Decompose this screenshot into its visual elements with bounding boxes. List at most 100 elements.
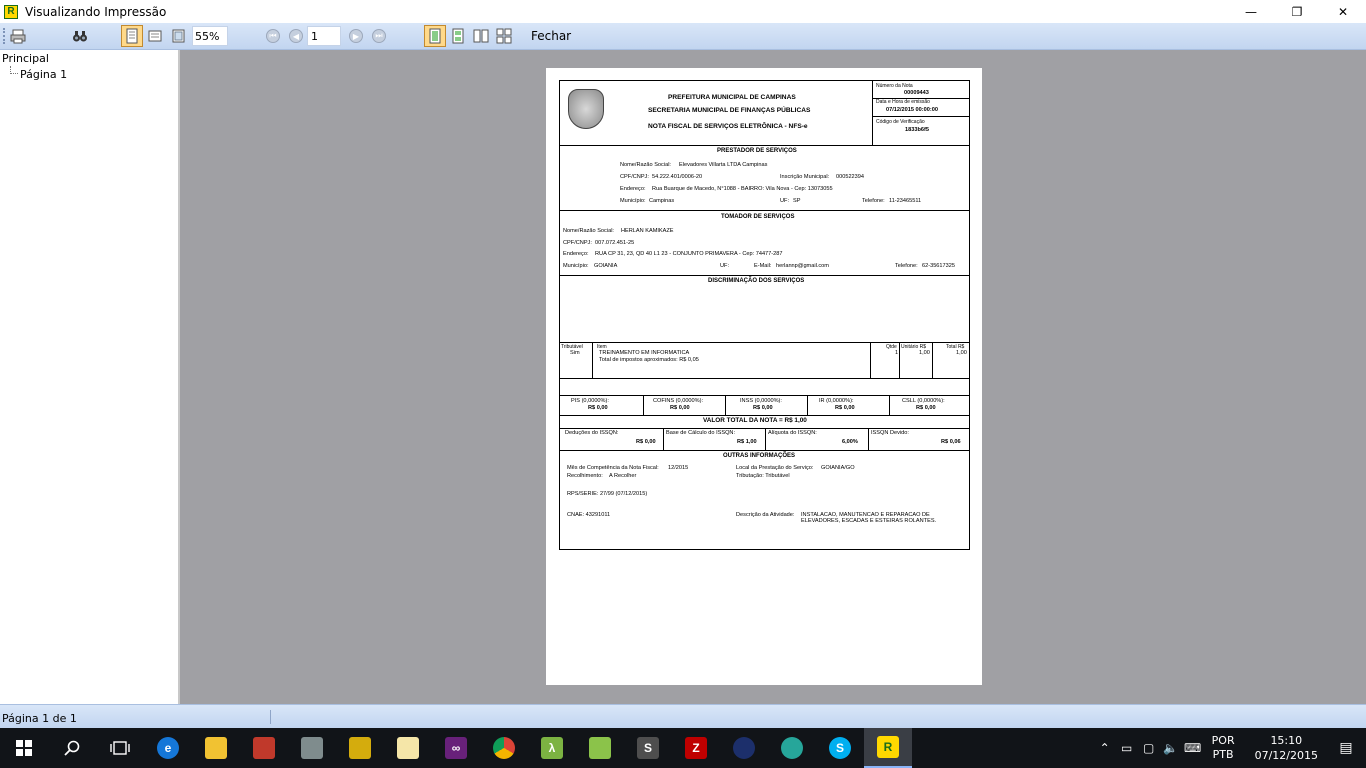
csll-value: R$ 0,00 — [916, 405, 936, 411]
section-rule — [560, 395, 969, 396]
one-page-view-button[interactable] — [424, 25, 446, 47]
minimize-button[interactable]: — — [1228, 0, 1274, 23]
taskbar-filezilla[interactable]: Z — [672, 728, 720, 768]
close-window-button[interactable]: ✕ — [1320, 0, 1366, 23]
section-rule — [560, 342, 969, 343]
cofins-label: COFINS (0,0000%): — [653, 398, 704, 404]
data-label: Data e Hora de emissão — [876, 99, 930, 105]
search-button[interactable] — [48, 728, 96, 768]
section-rule — [560, 210, 969, 211]
t-cpf-value: 007.072.451-25 — [595, 240, 635, 246]
t-tel-value: 62-35617325 — [922, 263, 955, 269]
window-controls: — ❐ ✕ — [1228, 0, 1366, 23]
side-by-side-view-button[interactable] — [470, 25, 492, 47]
taskbar-app-tools[interactable] — [288, 728, 336, 768]
tax-divider — [807, 395, 808, 415]
taskbar-visual-studio[interactable]: ∞ — [432, 728, 480, 768]
section-rule — [560, 450, 969, 451]
invoice-header-line1: PREFEITURA MUNICIPAL DE CAMPINAS — [668, 94, 796, 101]
item-line2: Total de impostos aproximados: R$ 0,05 — [599, 357, 699, 363]
print-button[interactable] — [7, 25, 29, 47]
taskbar-app-network[interactable] — [768, 728, 816, 768]
taskbar-explorer[interactable] — [192, 728, 240, 768]
zoom-input[interactable]: 55% — [192, 26, 228, 46]
find-button[interactable] — [69, 25, 91, 47]
two-pages-view-button[interactable] — [447, 25, 469, 47]
prestador-title: PRESTADOR DE SERVIÇOS — [717, 148, 797, 154]
single-page-button[interactable] — [121, 25, 143, 47]
maximize-button[interactable]: ❐ — [1274, 0, 1320, 23]
invoice-document: PREFEITURA MUNICIPAL DE CAMPINAS SECRETA… — [559, 80, 970, 550]
next-page-button[interactable]: ▶ — [345, 25, 367, 47]
taskbar-skype[interactable]: S — [816, 728, 864, 768]
chrome-icon — [493, 737, 515, 759]
local-label: Local da Prestação do Serviço: — [736, 465, 814, 471]
taskbar-sublime[interactable]: S — [624, 728, 672, 768]
item-line1: TREINAMENTO EM INFORMATICA — [599, 350, 690, 356]
taskbar-app-flame[interactable] — [720, 728, 768, 768]
window-title: Visualizando Impressão — [25, 4, 167, 19]
rps-label: RPS/SERIE: 27/99 (07/12/2015) — [567, 491, 648, 497]
one-page-view-icon — [429, 28, 441, 44]
p-end-value: Rua Buarque de Macedo, N°1088 - BAIRRO: … — [652, 186, 833, 192]
status-bar: Página 1 de 1 — [0, 704, 1366, 728]
language-indicator[interactable]: POR PTB — [1212, 734, 1235, 762]
show-hidden-icons-icon[interactable]: ⌃ — [1094, 741, 1116, 755]
taskbar-app-builder[interactable] — [336, 728, 384, 768]
battery-icon[interactable]: ▭ — [1116, 741, 1138, 755]
base-value: R$ 1,00 — [737, 439, 757, 445]
iss-divider — [868, 428, 869, 450]
clock[interactable]: 15:10 07/12/2015 — [1255, 733, 1318, 763]
taskbar-lambda[interactable]: λ — [528, 728, 576, 768]
four-pages-view-button[interactable] — [493, 25, 515, 47]
p-nome-value: Elevadores Villarta LTDA Campinas — [679, 162, 768, 168]
taskbar-chrome[interactable] — [480, 728, 528, 768]
tree-page-item[interactable]: Página 1 — [20, 68, 67, 81]
previous-page-button[interactable]: ◀ — [285, 25, 307, 47]
start-button[interactable] — [0, 728, 48, 768]
taskbar-app-editor[interactable] — [384, 728, 432, 768]
t-email-value: herlannp@gmail.com — [776, 263, 829, 269]
page-number-input[interactable]: 1 — [307, 26, 341, 46]
keyboard-icon[interactable]: ⌨ — [1182, 741, 1204, 755]
visual-studio-icon: ∞ — [445, 737, 467, 759]
page-width-button[interactable] — [144, 25, 166, 47]
issqn-label: ISSQN Devido: — [871, 430, 909, 436]
taskbar-app-toolbox[interactable] — [240, 728, 288, 768]
task-view-button[interactable] — [96, 728, 144, 768]
p-tel-value: 11-23465511 — [889, 198, 922, 204]
taskbar-app-chart[interactable] — [576, 728, 624, 768]
descricao-value-line2: ELEVADORES, ESCADAS E ESTEIRAS ROLANTES. — [801, 518, 937, 524]
p-nome-label: Nome/Razão Social: — [620, 162, 671, 168]
ir-label: IR (0,0000%): — [819, 398, 854, 404]
iss-divider — [663, 428, 664, 450]
p-end-label: Endereço: — [620, 186, 646, 192]
whole-page-button[interactable] — [167, 25, 189, 47]
notifications-button[interactable]: ▤ — [1326, 728, 1366, 768]
sublime-icon: S — [637, 737, 659, 759]
pis-label: PIS (0,0000%): — [571, 398, 609, 404]
volume-icon[interactable]: 🔈 — [1160, 741, 1182, 755]
side-by-side-view-icon — [473, 29, 489, 43]
t-nome-value: HERLAN KAMIKAZE — [621, 228, 674, 234]
taskbar-report-app[interactable]: R — [864, 728, 912, 768]
tree-root-item[interactable]: Principal — [2, 52, 49, 65]
cofins-value: R$ 0,00 — [670, 405, 690, 411]
table-divider — [870, 342, 871, 378]
first-page-button[interactable]: ⏮ — [262, 25, 284, 47]
tomador-title: TOMADOR DE SERVIÇOS — [721, 214, 795, 220]
network-tray-icon[interactable]: ▢ — [1138, 741, 1160, 755]
base-label: Base de Cálculo do ISSQN: — [666, 430, 736, 436]
binoculars-icon — [73, 31, 87, 42]
preview-area[interactable]: PREFEITURA MUNICIPAL DE CAMPINAS SECRETA… — [178, 50, 1366, 704]
skype-icon: S — [829, 737, 851, 759]
total-value: 1,00 — [956, 350, 967, 356]
close-preview-button[interactable]: Fechar — [525, 25, 577, 47]
lambda-icon: λ — [541, 737, 563, 759]
cnae-label: CNAE: 43291011 — [567, 512, 611, 518]
toolbar-grip[interactable] — [3, 28, 6, 44]
taskbar-edge[interactable]: e — [144, 728, 192, 768]
panel-splitter[interactable] — [178, 50, 180, 704]
last-page-button[interactable]: ⏭ — [368, 25, 390, 47]
t-nome-label: Nome/Razão Social: — [563, 228, 614, 234]
